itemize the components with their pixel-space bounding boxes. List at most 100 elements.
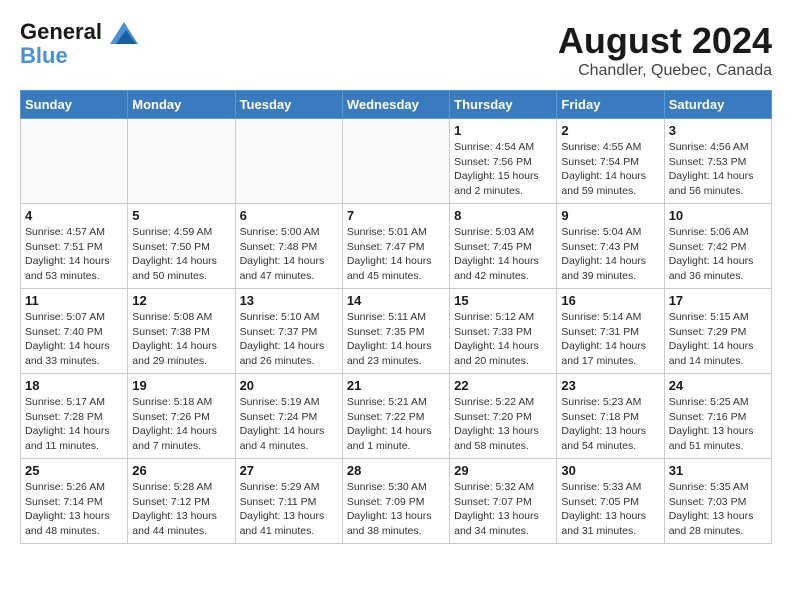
calendar-day-cell: 3 Sunrise: 4:56 AMSunset: 7:53 PMDaylight…: [664, 119, 771, 204]
day-info: Sunrise: 4:57 AMSunset: 7:51 PMDaylight:…: [25, 225, 123, 284]
calendar-week-row: 1 Sunrise: 4:54 AMSunset: 7:56 PMDaylight…: [21, 119, 772, 204]
day-number: 29: [454, 463, 552, 478]
day-info: Sunrise: 5:29 AMSunset: 7:11 PMDaylight:…: [240, 480, 338, 539]
day-number: 27: [240, 463, 338, 478]
location-subtitle: Chandler, Quebec, Canada: [558, 62, 772, 80]
day-info: Sunrise: 5:19 AMSunset: 7:24 PMDaylight:…: [240, 395, 338, 454]
day-number: 30: [561, 463, 659, 478]
calendar-day-cell: 9 Sunrise: 5:04 AMSunset: 7:43 PMDaylight…: [557, 204, 664, 289]
day-number: 8: [454, 208, 552, 223]
calendar-day-cell: 18 Sunrise: 5:17 AMSunset: 7:28 PMDayligh…: [21, 374, 128, 459]
calendar-day-cell: 22 Sunrise: 5:22 AMSunset: 7:20 PMDayligh…: [450, 374, 557, 459]
day-info: Sunrise: 5:10 AMSunset: 7:37 PMDaylight:…: [240, 310, 338, 369]
calendar-day-cell: 28 Sunrise: 5:30 AMSunset: 7:09 PMDayligh…: [342, 459, 449, 544]
day-number: 4: [25, 208, 123, 223]
calendar-day-cell: 16Sunrise: 5:14 AMSunset: 7:31 PMDayligh…: [557, 289, 664, 374]
calendar-day-cell: 15 Sunrise: 5:12 AMSunset: 7:33 PMDayligh…: [450, 289, 557, 374]
day-info: Sunrise: 4:59 AMSunset: 7:50 PMDaylight:…: [132, 225, 230, 284]
day-info: Sunrise: 5:01 AMSunset: 7:47 PMDaylight:…: [347, 225, 445, 284]
calendar-day-cell: [235, 119, 342, 204]
day-number: 26: [132, 463, 230, 478]
calendar-day-cell: 5 Sunrise: 4:59 AMSunset: 7:50 PMDaylight…: [128, 204, 235, 289]
calendar-day-cell: 10 Sunrise: 5:06 AMSunset: 7:42 PMDayligh…: [664, 204, 771, 289]
day-number: 19: [132, 378, 230, 393]
day-number: 23: [561, 378, 659, 393]
day-number: 3: [669, 123, 767, 138]
weekday-header: Monday: [128, 91, 235, 119]
day-number: 17: [669, 293, 767, 308]
calendar-table: SundayMondayTuesdayWednesdayThursdayFrid…: [20, 90, 772, 544]
weekday-header: Friday: [557, 91, 664, 119]
day-number: 9: [561, 208, 659, 223]
calendar-day-cell: 19Sunrise: 5:18 AMSunset: 7:26 PMDayligh…: [128, 374, 235, 459]
day-number: 22: [454, 378, 552, 393]
calendar-day-cell: [128, 119, 235, 204]
calendar-week-row: 11 Sunrise: 5:07 AMSunset: 7:40 PMDayligh…: [21, 289, 772, 374]
calendar-day-cell: 30 Sunrise: 5:33 AMSunset: 7:05 PMDayligh…: [557, 459, 664, 544]
day-info: Sunrise: 5:26 AMSunset: 7:14 PMDaylight:…: [25, 480, 123, 539]
day-info: Sunrise: 5:12 AMSunset: 7:33 PMDaylight:…: [454, 310, 552, 369]
logo-blue: Blue: [20, 44, 138, 68]
calendar-day-cell: 4 Sunrise: 4:57 AMSunset: 7:51 PMDaylight…: [21, 204, 128, 289]
day-info: Sunrise: 5:00 AMSunset: 7:48 PMDaylight:…: [240, 225, 338, 284]
day-info: Sunrise: 5:03 AMSunset: 7:45 PMDaylight:…: [454, 225, 552, 284]
day-info: Sunrise: 5:25 AMSunset: 7:16 PMDaylight:…: [669, 395, 767, 454]
day-number: 15: [454, 293, 552, 308]
day-number: 1: [454, 123, 552, 138]
day-number: 24: [669, 378, 767, 393]
calendar-day-cell: 11 Sunrise: 5:07 AMSunset: 7:40 PMDayligh…: [21, 289, 128, 374]
day-number: 14: [347, 293, 445, 308]
calendar-day-cell: 6Sunrise: 5:00 AMSunset: 7:48 PMDaylight…: [235, 204, 342, 289]
day-info: Sunrise: 5:11 AMSunset: 7:35 PMDaylight:…: [347, 310, 445, 369]
calendar-header-row: SundayMondayTuesdayWednesdayThursdayFrid…: [21, 91, 772, 119]
day-number: 20: [240, 378, 338, 393]
calendar-week-row: 25 Sunrise: 5:26 AMSunset: 7:14 PMDayligh…: [21, 459, 772, 544]
day-info: Sunrise: 5:32 AMSunset: 7:07 PMDaylight:…: [454, 480, 552, 539]
day-info: Sunrise: 5:22 AMSunset: 7:20 PMDaylight:…: [454, 395, 552, 454]
day-info: Sunrise: 5:33 AMSunset: 7:05 PMDaylight:…: [561, 480, 659, 539]
calendar-week-row: 4 Sunrise: 4:57 AMSunset: 7:51 PMDaylight…: [21, 204, 772, 289]
day-info: Sunrise: 5:30 AMSunset: 7:09 PMDaylight:…: [347, 480, 445, 539]
day-number: 7: [347, 208, 445, 223]
calendar-day-cell: [342, 119, 449, 204]
calendar-day-cell: [21, 119, 128, 204]
day-info: Sunrise: 5:17 AMSunset: 7:28 PMDaylight:…: [25, 395, 123, 454]
weekday-header: Saturday: [664, 91, 771, 119]
day-number: 2: [561, 123, 659, 138]
day-number: 5: [132, 208, 230, 223]
day-info: Sunrise: 5:06 AMSunset: 7:42 PMDaylight:…: [669, 225, 767, 284]
calendar-day-cell: 24 Sunrise: 5:25 AMSunset: 7:16 PMDayligh…: [664, 374, 771, 459]
day-info: Sunrise: 5:21 AMSunset: 7:22 PMDaylight:…: [347, 395, 445, 454]
day-info: Sunrise: 4:54 AMSunset: 7:56 PMDaylight:…: [454, 140, 552, 199]
calendar-day-cell: 7 Sunrise: 5:01 AMSunset: 7:47 PMDaylight…: [342, 204, 449, 289]
day-number: 18: [25, 378, 123, 393]
day-info: Sunrise: 5:04 AMSunset: 7:43 PMDaylight:…: [561, 225, 659, 284]
calendar-day-cell: 20 Sunrise: 5:19 AMSunset: 7:24 PMDayligh…: [235, 374, 342, 459]
day-number: 25: [25, 463, 123, 478]
day-number: 28: [347, 463, 445, 478]
day-number: 11: [25, 293, 123, 308]
day-number: 12: [132, 293, 230, 308]
title-area: August 2024 Chandler, Quebec, Canada: [558, 20, 772, 80]
day-info: Sunrise: 5:07 AMSunset: 7:40 PMDaylight:…: [25, 310, 123, 369]
weekday-header: Thursday: [450, 91, 557, 119]
logo: General Blue: [20, 20, 138, 68]
calendar-day-cell: 12Sunrise: 5:08 AMSunset: 7:38 PMDayligh…: [128, 289, 235, 374]
day-info: Sunrise: 5:14 AMSunset: 7:31 PMDaylight:…: [561, 310, 659, 369]
weekday-header: Wednesday: [342, 91, 449, 119]
day-number: 10: [669, 208, 767, 223]
calendar-day-cell: 8 Sunrise: 5:03 AMSunset: 7:45 PMDaylight…: [450, 204, 557, 289]
logo-text: General: [20, 20, 138, 44]
day-info: Sunrise: 5:35 AMSunset: 7:03 PMDaylight:…: [669, 480, 767, 539]
day-number: 21: [347, 378, 445, 393]
calendar-day-cell: 2Sunrise: 4:55 AMSunset: 7:54 PMDaylight…: [557, 119, 664, 204]
weekday-header: Tuesday: [235, 91, 342, 119]
weekday-header: Sunday: [21, 91, 128, 119]
day-info: Sunrise: 5:23 AMSunset: 7:18 PMDaylight:…: [561, 395, 659, 454]
calendar-day-cell: 31Sunrise: 5:35 AMSunset: 7:03 PMDayligh…: [664, 459, 771, 544]
page-header: General Blue August 2024 Chandler, Quebe…: [20, 20, 772, 80]
calendar-day-cell: 26Sunrise: 5:28 AMSunset: 7:12 PMDayligh…: [128, 459, 235, 544]
day-info: Sunrise: 4:56 AMSunset: 7:53 PMDaylight:…: [669, 140, 767, 199]
month-year-title: August 2024: [558, 20, 772, 62]
calendar-week-row: 18 Sunrise: 5:17 AMSunset: 7:28 PMDayligh…: [21, 374, 772, 459]
